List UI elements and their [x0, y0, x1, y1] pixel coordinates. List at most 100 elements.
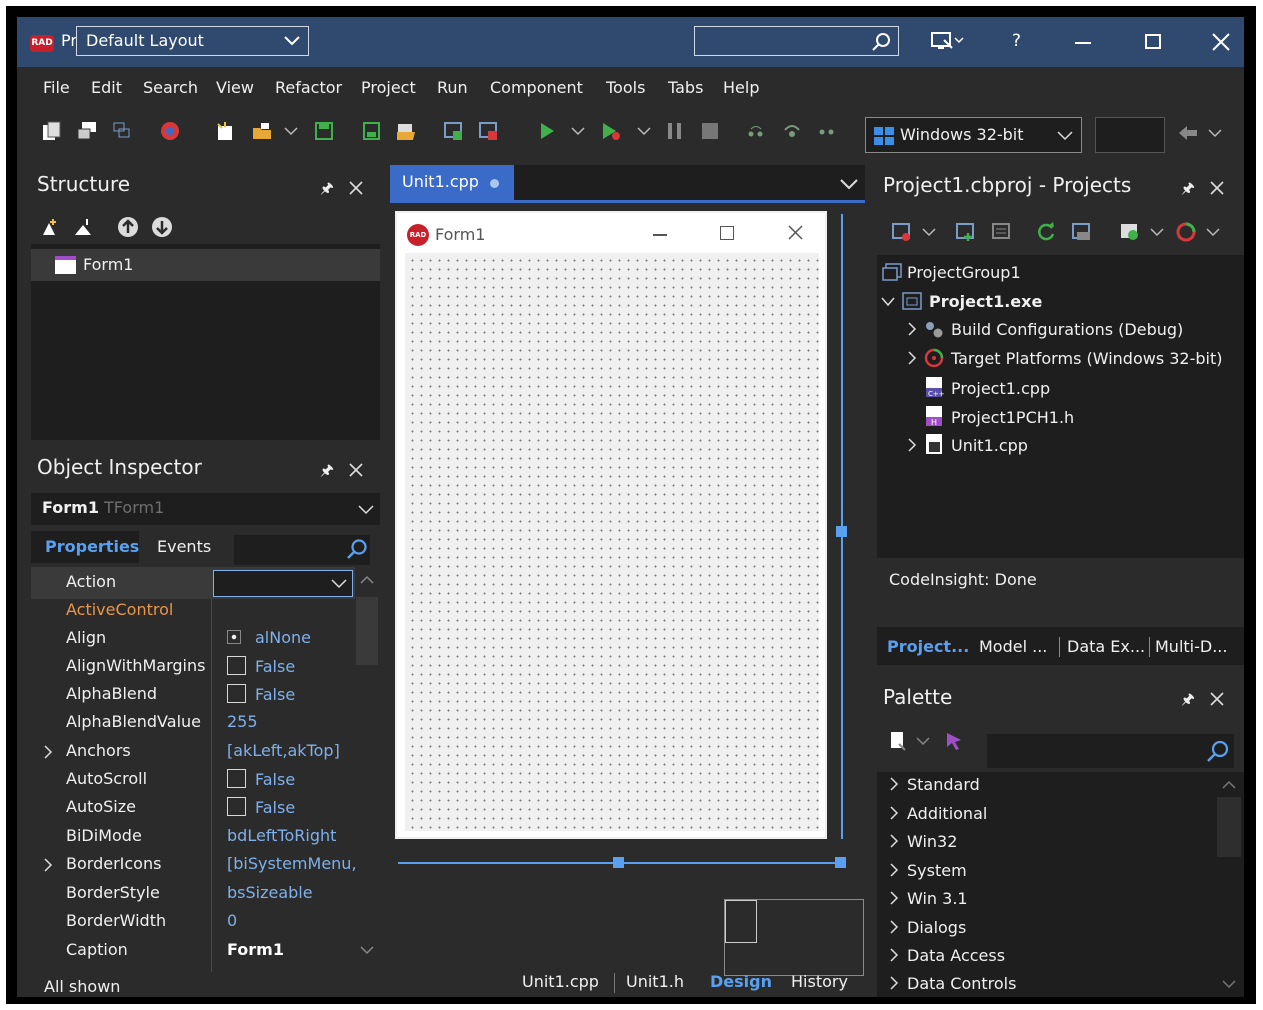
scrollbar-thumb[interactable] — [356, 597, 378, 665]
target-platform-icon[interactable] — [1173, 220, 1199, 244]
checkbox[interactable] — [227, 684, 246, 703]
remove-from-project-icon[interactable] — [476, 119, 502, 143]
minimize-button[interactable] — [1075, 42, 1091, 44]
designer-minimap[interactable] — [724, 899, 864, 976]
pin-icon[interactable]: 🖈 — [1181, 178, 1195, 203]
move-up-icon[interactable] — [115, 215, 141, 239]
prop-value-alphablendvalue[interactable]: 255 — [227, 712, 258, 731]
debug-dropdown-icon[interactable] — [636, 119, 652, 143]
chevron-right-icon[interactable] — [907, 322, 917, 336]
menu-run[interactable]: Run — [437, 78, 468, 97]
menu-component[interactable]: Component — [490, 78, 583, 97]
options-icon[interactable] — [989, 220, 1015, 244]
layout-combo[interactable]: Default Layout — [76, 26, 309, 56]
build-config-combo[interactable] — [1095, 117, 1165, 153]
new-file-icon[interactable] — [212, 119, 238, 143]
pointer-icon[interactable] — [941, 729, 967, 753]
palette-category-additional[interactable]: Additional — [889, 804, 987, 823]
palette-scrollbar[interactable] — [1217, 772, 1241, 997]
prop-value-autosize[interactable]: False — [227, 797, 295, 817]
menu-edit[interactable]: Edit — [91, 78, 122, 97]
save-icon[interactable] — [311, 119, 337, 143]
property-search-input[interactable] — [234, 535, 370, 565]
palette-dropdown-icon[interactable] — [915, 729, 931, 753]
add-to-project-icon[interactable] — [441, 119, 467, 143]
object-selector[interactable]: Form1 TForm1 — [31, 493, 380, 525]
pin-icon[interactable]: 🖈 — [320, 460, 334, 485]
activate-dropdown-icon[interactable] — [921, 220, 937, 244]
bottom-tab-unit1-h[interactable]: Unit1.h — [626, 972, 684, 991]
close-icon[interactable] — [349, 463, 363, 477]
prop-name-borderwidth[interactable]: BorderWidth — [66, 911, 166, 930]
chevron-right-icon[interactable] — [43, 857, 53, 873]
prop-name-bordericons[interactable]: BorderIcons — [66, 854, 161, 873]
prop-value-alphablend[interactable]: False — [227, 684, 295, 704]
tree-row-projectgroup[interactable]: ProjectGroup1 — [881, 262, 1021, 282]
tab-data-explorer[interactable]: Data Ex... — [1067, 637, 1145, 656]
prop-name-caption[interactable]: Caption — [66, 940, 128, 959]
platform-combo[interactable]: Windows 32-bit — [865, 117, 1082, 153]
prop-name-alphablendvalue[interactable]: AlphaBlendValue — [66, 712, 201, 731]
resize-handle-right[interactable] — [836, 526, 847, 537]
prop-name-alignwithmargins[interactable]: AlignWithMargins — [66, 656, 205, 675]
chevron-up-icon[interactable] — [360, 575, 374, 585]
run-without-debug-icon[interactable] — [598, 119, 624, 143]
prop-name-autoscroll[interactable]: AutoScroll — [66, 769, 147, 788]
tree-row-build-configurations[interactable]: Build Configurations (Debug) — [907, 319, 1183, 339]
property-scrollbar[interactable] — [356, 567, 378, 967]
palette-category-win32[interactable]: Win32 — [889, 832, 957, 851]
tree-row-project1-cpp[interactable]: C++ Project1.cpp — [923, 376, 1050, 398]
prop-name-activecontrol[interactable]: ActiveControl — [66, 600, 173, 619]
prop-value-bordericons[interactable]: [biSystemMenu, — [227, 854, 357, 873]
new-items-icon[interactable] — [39, 119, 65, 143]
tree-row-unit1-cpp[interactable]: Unit1.cpp — [907, 433, 1028, 455]
refresh-icon[interactable] — [1033, 220, 1059, 244]
close-icon[interactable] — [1212, 33, 1230, 51]
add-new-project-icon[interactable] — [953, 220, 979, 244]
expand-all-icon[interactable] — [39, 215, 65, 239]
chevron-up-icon[interactable] — [1222, 780, 1236, 790]
tab-multi-device[interactable]: Multi-D... — [1155, 637, 1227, 656]
palette-category-win31[interactable]: Win 3.1 — [889, 889, 968, 908]
back-arrow-icon[interactable] — [1175, 121, 1201, 145]
action-value-combo[interactable] — [213, 570, 353, 597]
checkbox[interactable] — [227, 769, 246, 788]
close-icon[interactable] — [1210, 692, 1224, 706]
prop-name-autosize[interactable]: AutoSize — [66, 797, 136, 816]
checkbox[interactable] — [227, 656, 246, 675]
chevron-right-icon[interactable] — [907, 351, 917, 365]
tab-unit1-cpp[interactable]: Unit1.cpp — [390, 165, 514, 201]
chevron-down-icon[interactable] — [1222, 979, 1236, 989]
collapse-all-icon[interactable] — [71, 215, 97, 239]
minimap-viewport[interactable] — [725, 900, 757, 943]
tree-row-project1-exe[interactable]: Project1.exe — [881, 291, 1042, 311]
palette-category-system[interactable]: System — [889, 861, 967, 880]
chevron-down-icon[interactable] — [840, 178, 858, 190]
resize-handle-bottom[interactable] — [613, 857, 624, 868]
palette-new-icon[interactable] — [885, 729, 911, 753]
prop-value-borderwidth[interactable]: 0 — [227, 911, 237, 930]
prop-value-borderstyle[interactable]: bsSizeable — [227, 883, 313, 902]
menu-tools[interactable]: Tools — [606, 78, 645, 97]
palette-category-dialogs[interactable]: Dialogs — [889, 918, 966, 937]
prop-name-alphablend[interactable]: AlphaBlend — [66, 684, 157, 703]
prop-value-alignwithmargins[interactable]: False — [227, 656, 295, 676]
sync-icon[interactable] — [1069, 220, 1095, 244]
menu-project[interactable]: Project — [361, 78, 416, 97]
build-icon[interactable] — [1117, 220, 1143, 244]
palette-category-standard[interactable]: Standard — [889, 775, 980, 794]
resize-handle-corner[interactable] — [835, 857, 846, 868]
help-button[interactable]: ? — [1012, 31, 1021, 51]
globe-icon[interactable] — [157, 119, 183, 143]
chevron-down-icon[interactable] — [881, 296, 895, 308]
close-icon[interactable] — [1210, 181, 1224, 195]
activate-icon[interactable] — [889, 220, 915, 244]
desktop-layout-icon[interactable] — [930, 30, 966, 54]
move-down-icon[interactable] — [149, 215, 175, 239]
menu-refactor[interactable]: Refactor — [275, 78, 342, 97]
run-icon[interactable] — [534, 119, 560, 143]
layers-icon[interactable] — [109, 119, 135, 143]
chevron-down-icon[interactable] — [360, 945, 374, 955]
tab-model[interactable]: Model ... — [979, 637, 1047, 656]
build-dropdown-icon[interactable] — [1149, 220, 1165, 244]
